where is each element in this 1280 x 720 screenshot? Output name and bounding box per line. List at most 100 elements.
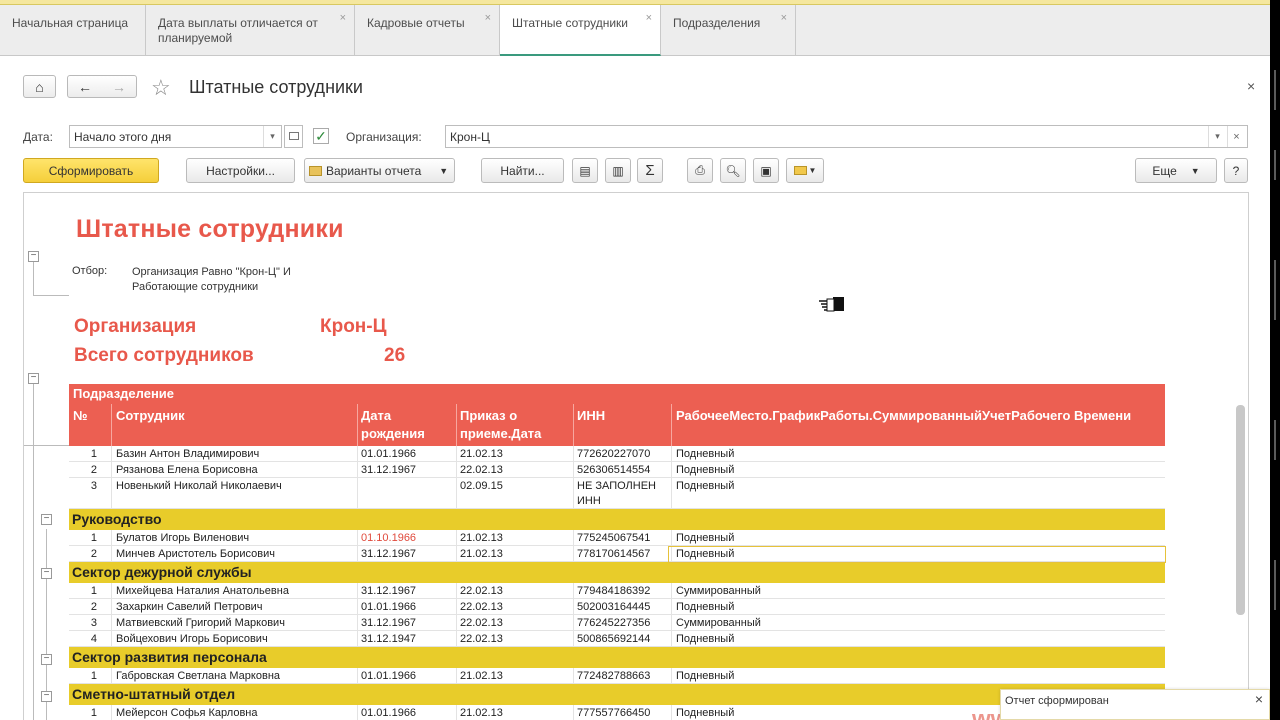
work-schedule: Подневный: [676, 480, 735, 492]
tab-payment-date[interactable]: Дата выплаты отличается от планируемой ×: [146, 5, 355, 55]
org-checkbox[interactable]: ✓: [313, 128, 329, 144]
inn: 779484186392: [577, 585, 651, 597]
org-field[interactable]: Крон-Ц ▾ ×: [445, 125, 1248, 148]
tab-hr-reports[interactable]: Кадровые отчеты ×: [355, 5, 500, 55]
tab-close-icon[interactable]: ×: [340, 11, 346, 26]
col-header: ИНН: [577, 408, 606, 423]
chevron-down-icon: ▼: [439, 165, 449, 176]
collapse-groups-button[interactable]: ▥: [605, 158, 631, 183]
hire-order-date: 21.02.13: [460, 548, 503, 560]
home-icon: ⌂: [35, 78, 44, 95]
collapse-toggle[interactable]: −: [41, 514, 52, 525]
collapse-toggle[interactable]: −: [28, 373, 39, 384]
group-row[interactable]: Руководство: [69, 509, 1165, 530]
generate-button[interactable]: Сформировать: [23, 158, 159, 183]
back-arrow-icon[interactable]: ←: [78, 79, 92, 95]
vertical-scrollbar[interactable]: [1236, 405, 1245, 615]
app-window: Начальная страница Дата выплаты отличает…: [0, 0, 1270, 720]
group-line: [33, 259, 34, 296]
collapse-toggle[interactable]: −: [41, 568, 52, 579]
table-row[interactable]: 2 Минчев Аристотель Борисович 31.12.1967 21…: [69, 546, 1166, 563]
employee-name: Рязанова Елена Борисовна: [116, 464, 258, 476]
table-row[interactable]: 2 Захаркин Савелий Петрович 01.01.1966 22.0…: [69, 599, 1165, 615]
expand-groups-button[interactable]: ▤: [572, 158, 598, 183]
filter-value: Организация Равно "Крон-Ц" И Работающие …: [132, 266, 291, 293]
table-row[interactable]: 3 Матвиевский Григорий Маркович 31.12.1967…: [69, 615, 1165, 631]
row-number: 3: [90, 617, 97, 629]
preview-icon: 🔍︎: [725, 163, 741, 178]
birth-date: 31.12.1967: [361, 585, 417, 597]
clear-icon[interactable]: ×: [1227, 126, 1245, 147]
help-button[interactable]: ?: [1224, 158, 1248, 183]
hire-order-date: 22.02.13: [460, 617, 503, 629]
tab-close-icon[interactable]: ×: [781, 11, 787, 26]
report-variants-button[interactable]: Варианты отчета ▼: [304, 158, 455, 183]
send-email-button[interactable]: ▼: [786, 158, 824, 183]
table-row[interactable]: 1 Булатов Игорь Виленович 01.10.1966 21.02.…: [69, 530, 1165, 546]
inn: 777557766450: [577, 707, 651, 719]
row-number: 2: [90, 601, 97, 613]
preview-button[interactable]: 🔍︎: [720, 158, 746, 183]
employee-name: Булатов Игорь Виленович: [116, 532, 250, 544]
save-button[interactable]: ▣: [753, 158, 779, 183]
hire-order-date: 21.02.13: [460, 707, 503, 719]
chevron-down-icon: ▼: [808, 166, 817, 175]
home-button[interactable]: ⌂: [23, 75, 56, 98]
tab-home[interactable]: Начальная страница: [0, 5, 146, 55]
table-row[interactable]: 1 Базин Антон Владимирович 01.01.1966 21.02…: [69, 446, 1165, 462]
tab-departments[interactable]: Подразделения ×: [661, 5, 796, 55]
work-schedule: Суммированный: [676, 617, 761, 629]
row-number: 1: [90, 670, 97, 682]
collapse-toggle[interactable]: −: [41, 691, 52, 702]
sum-button[interactable]: Σ: [637, 158, 663, 183]
sigma-icon: Σ: [645, 162, 655, 179]
tab-staff[interactable]: Штатные сотрудники ×: [500, 5, 661, 56]
selected-cell[interactable]: [668, 546, 1166, 563]
org-value: Крон-Ц: [450, 130, 490, 144]
forward-arrow-icon[interactable]: →: [112, 79, 126, 95]
tab-label: Начальная страница: [12, 16, 129, 30]
work-schedule: Подневный: [676, 448, 735, 460]
calendar-button[interactable]: [284, 125, 303, 148]
collapse-toggle[interactable]: −: [28, 251, 39, 262]
chevron-down-icon[interactable]: ▾: [263, 126, 281, 147]
row-number: 3: [90, 480, 97, 492]
settings-button[interactable]: Настройки...: [186, 158, 295, 183]
inn: НЕ ЗАПОЛНЕН ИНН: [577, 480, 656, 507]
tab-close-icon[interactable]: ×: [646, 11, 652, 26]
hand-cursor-icon: [819, 297, 844, 312]
collapse-toggle[interactable]: −: [41, 654, 52, 665]
work-schedule: Подневный: [676, 464, 735, 476]
more-button[interactable]: Еще ▼: [1135, 158, 1217, 183]
star-icon[interactable]: ☆: [151, 75, 171, 101]
employee-name: Базин Антон Владимирович: [116, 448, 260, 460]
chevron-down-icon[interactable]: ▾: [1208, 126, 1226, 147]
date-value: Начало этого дня: [74, 130, 172, 144]
table-row[interactable]: 4 Войцехович Игорь Борисович 31.12.1947 22.…: [69, 631, 1165, 647]
birth-date: 01.10.1966: [361, 532, 417, 544]
table-row[interactable]: 3 Новенький Николай Николаевич 02.09.15 НЕ …: [69, 478, 1165, 509]
total-value: 26: [384, 345, 406, 366]
employee-name: Новенький Николай Николаевич: [116, 480, 282, 492]
folder-icon: [309, 165, 322, 176]
table-row[interactable]: 1 Михейцева Наталия Анатольевна 31.12.1967…: [69, 583, 1165, 599]
filter-label: Отбор:: [72, 265, 108, 277]
find-button[interactable]: Найти...: [481, 158, 564, 183]
close-icon[interactable]: ×: [1255, 691, 1263, 707]
hire-order-date: 22.02.13: [460, 464, 503, 476]
col-header: Сотрудник: [116, 408, 185, 423]
close-icon[interactable]: ×: [1247, 78, 1255, 94]
tab-close-icon[interactable]: ×: [485, 11, 491, 26]
date-field[interactable]: Начало этого дня ▾: [69, 125, 282, 148]
table-row[interactable]: 2 Рязанова Елена Борисовна 31.12.1967 22.02…: [69, 462, 1165, 478]
more-label: Еще: [1152, 163, 1177, 178]
table-row[interactable]: 1 Габровская Светлана Марковна 01.01.1966 2…: [69, 668, 1165, 684]
group-row[interactable]: Сектор развития персонала: [69, 647, 1165, 668]
inn: 778170614567: [577, 548, 651, 560]
envelope-icon: [793, 166, 807, 175]
inn: 500865692144: [577, 633, 651, 645]
group-row[interactable]: Сектор дежурной службы: [69, 562, 1165, 583]
employee-name: Матвиевский Григорий Маркович: [116, 617, 285, 629]
report-area[interactable]: − − − − − − Штатные сотрудники Отбор: Ор…: [23, 192, 1249, 720]
print-button[interactable]: ⎙: [687, 158, 713, 183]
